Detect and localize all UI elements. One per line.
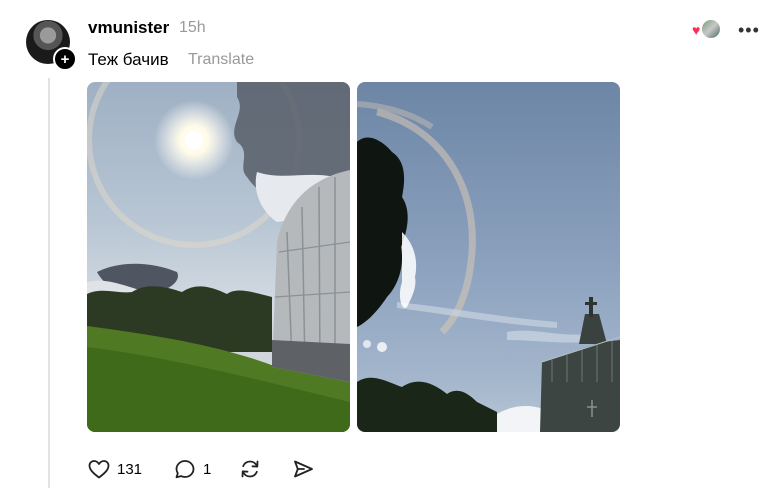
post-photo-1[interactable] [87,82,350,432]
share-button[interactable] [291,457,315,481]
repost-icon [241,460,259,478]
heart-outline-icon [88,460,110,479]
reply-button[interactable]: 1 [173,457,211,481]
photo-2-scene [357,101,620,432]
send-icon [294,460,313,478]
translate-link[interactable]: Translate [188,51,254,69]
like-button[interactable]: 131 [87,457,142,481]
reply-count: 1 [203,460,212,478]
post-photo-2[interactable] [357,82,620,432]
heart-icon: ♥ [692,22,701,38]
reactor-avatar [701,19,721,39]
username[interactable]: vmunister [88,18,169,38]
timestamp[interactable]: 15h [179,19,206,37]
thread-line [48,78,50,488]
reactors[interactable]: ♥ [692,19,722,39]
more-options-icon[interactable]: ••• [738,20,760,41]
comment-icon [175,460,195,479]
photo-1-scene [87,82,350,432]
repost-button[interactable] [238,457,262,481]
follow-plus-icon[interactable]: + [53,47,77,71]
post-text: Теж бачив [88,50,169,69]
like-count: 131 [117,460,143,478]
author-avatar[interactable]: + [26,20,77,71]
